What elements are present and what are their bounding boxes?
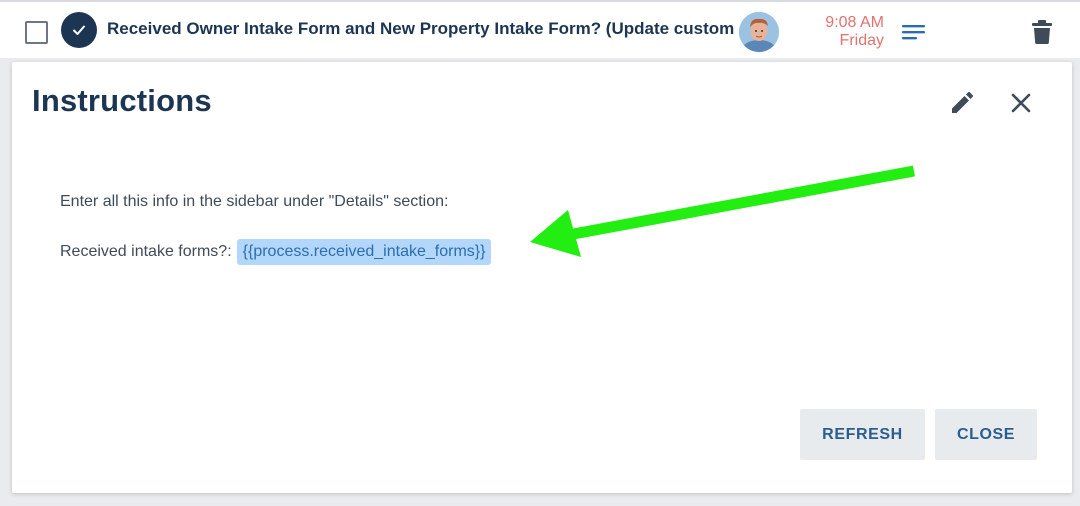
task-complete-toggle[interactable] [61, 12, 97, 48]
close-icon[interactable] [1008, 90, 1034, 116]
task-row[interactable]: Received Owner Intake Form and New Prope… [0, 0, 1080, 58]
due-time: 9:08 AM [825, 14, 884, 31]
due-day: Friday [839, 32, 884, 49]
instructions-panel: Instructions Enter all this info in the … [12, 62, 1072, 493]
task-due-time: 9:08 AM Friday [790, 14, 884, 50]
notes-icon[interactable] [902, 24, 926, 42]
assignee-avatar[interactable] [739, 12, 779, 52]
refresh-button[interactable]: REFRESH [800, 409, 925, 460]
screen: Received Owner Intake Form and New Prope… [0, 0, 1080, 506]
task-title[interactable]: Received Owner Intake Form and New Prope… [107, 19, 737, 39]
pencil-icon[interactable] [947, 88, 977, 118]
task-select-checkbox[interactable] [25, 21, 48, 44]
panel-title: Instructions [32, 83, 212, 118]
instruction-line: Enter all this info in the sidebar under… [60, 193, 449, 210]
variable-chip: {{process.received_intake_forms}} [236, 239, 492, 265]
checkmark-icon [73, 25, 85, 35]
close-button[interactable]: CLOSE [935, 409, 1037, 460]
trash-icon[interactable] [1032, 20, 1052, 44]
instruction-variable-line: Received intake forms?: {{process.receiv… [60, 239, 492, 265]
avatar-image [739, 12, 779, 52]
field-label: Received intake forms?: [60, 243, 232, 260]
